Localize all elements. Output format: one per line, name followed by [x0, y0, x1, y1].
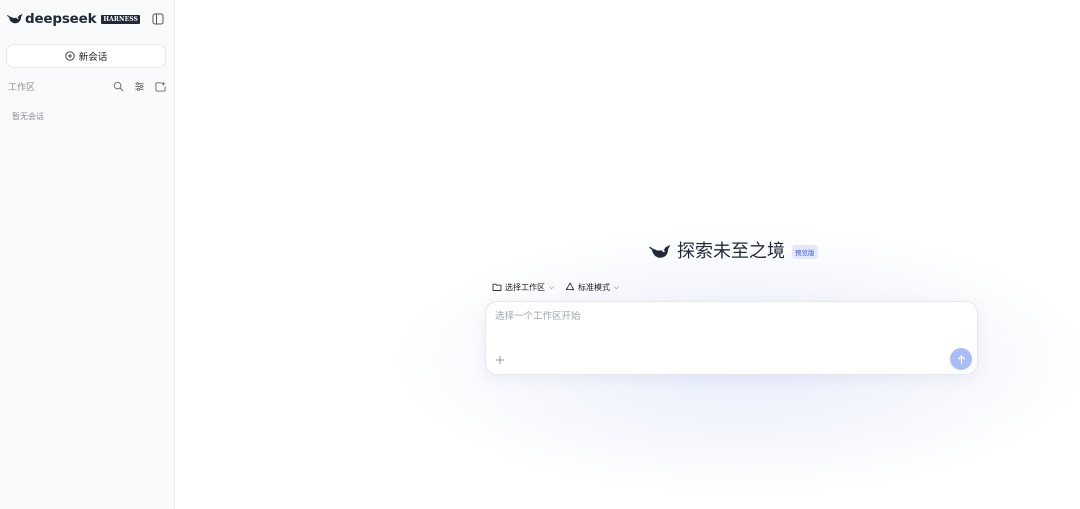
main-area: 探索未至之境 预览版 选择工作区 标准模式 [176, 0, 1080, 509]
send-button[interactable] [950, 348, 972, 370]
workspace-selector[interactable]: 选择工作区 [492, 282, 555, 293]
sidebar-toggle-icon[interactable] [152, 13, 164, 25]
whale-logo-icon [7, 13, 23, 24]
empty-sessions-text: 暂无会话 [12, 112, 44, 121]
plus-circle-icon [65, 51, 75, 61]
workspace-header: 工作区 [8, 79, 166, 93]
plus-icon[interactable] [494, 354, 506, 366]
composer-options: 选择工作区 标准模式 [492, 281, 620, 293]
chevron-down-icon [614, 285, 619, 289]
filter-icon[interactable] [134, 81, 145, 92]
workspace-tools [103, 81, 166, 92]
whale-logo-icon [649, 244, 670, 258]
arrow-up-icon [957, 354, 965, 364]
folder-icon [492, 283, 502, 291]
brand-badge: HARNESS [101, 14, 140, 24]
new-chat-button[interactable]: 新会话 [6, 44, 166, 68]
hero-title: 探索未至之境 [677, 241, 785, 262]
message-input[interactable] [495, 311, 935, 322]
hero-heading: 探索未至之境 预览版 [649, 240, 818, 264]
brand[interactable]: deepseek HARNESS [7, 11, 140, 27]
preview-badge: 预览版 [792, 245, 818, 259]
mode-selector-label: 标准模式 [578, 282, 610, 292]
search-icon[interactable] [113, 81, 124, 92]
composer [485, 301, 978, 375]
recycle-icon [565, 282, 575, 291]
chevron-down-icon [549, 285, 554, 289]
new-chat-label: 新会话 [78, 52, 108, 63]
brand-name: deepseek [25, 11, 97, 27]
workspace-selector-label: 选择工作区 [505, 282, 545, 292]
sidebar: deepseek HARNESS 新会话 工作区 暂无会话 [0, 0, 175, 509]
workspace-title: 工作区 [8, 82, 36, 93]
new-folder-icon[interactable] [155, 81, 166, 92]
mode-selector[interactable]: 标准模式 [565, 282, 620, 293]
